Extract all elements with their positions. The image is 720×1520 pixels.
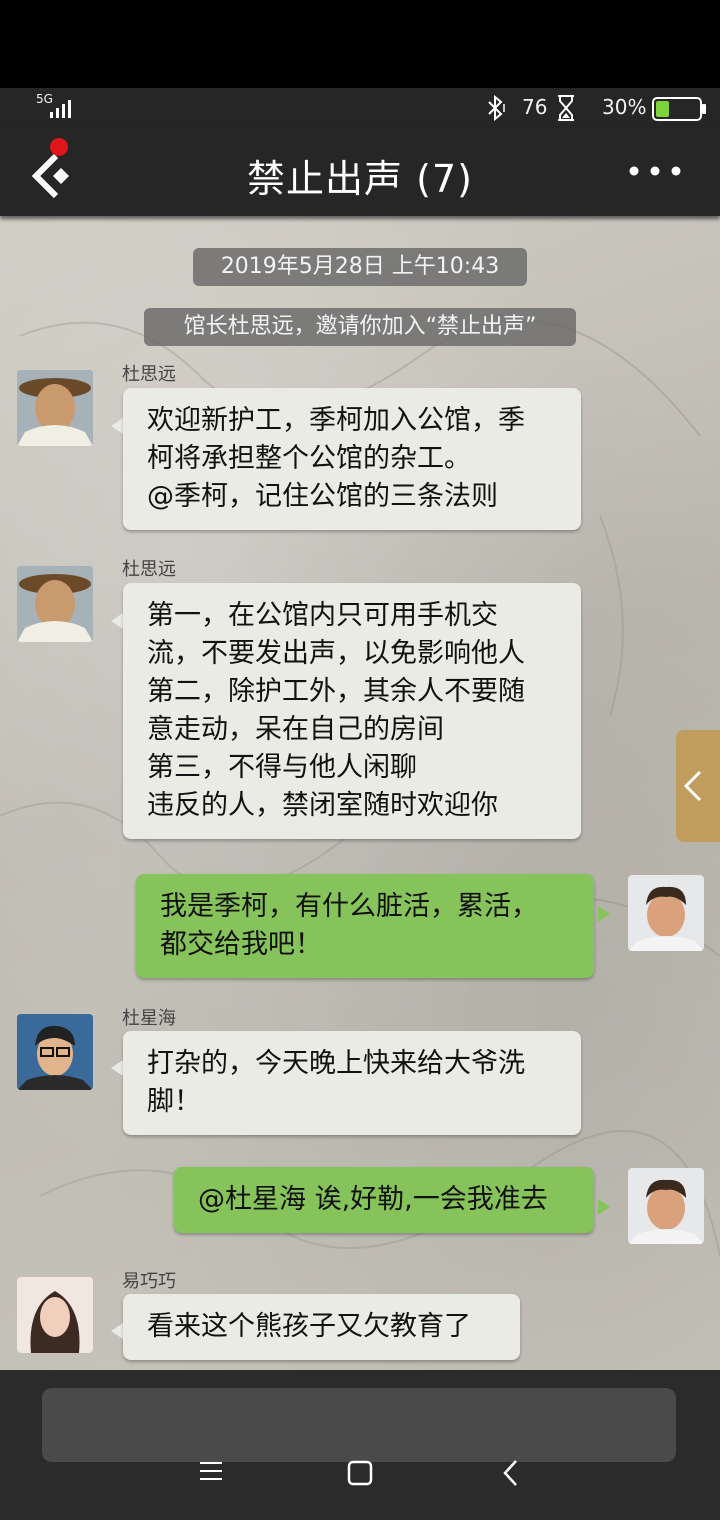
bubble-tail: [111, 1060, 123, 1076]
timestamp-label: 2019年5月28日 上午10:43: [193, 248, 527, 286]
chat-area[interactable]: 2019年5月28日 上午10:43 馆长杜思远，邀请你加入“禁止出声” 杜思远…: [0, 216, 720, 1370]
bluetooth-icon: [484, 94, 508, 122]
message-line: 打杂的，今天晚上快来给大爷洗: [147, 1048, 525, 1079]
side-drawer-tab[interactable]: [676, 730, 720, 842]
system-notice: 馆长杜思远，邀请你加入“禁止出声”: [144, 308, 576, 346]
back-nav-icon[interactable]: [500, 1458, 522, 1488]
message-bubble-self[interactable]: @杜星海 诶,好勒,一会我准去: [174, 1167, 594, 1233]
message-line: 第二，除护工外，其余人不要随: [147, 676, 525, 707]
status-bar: 5G 76 30%: [0, 88, 720, 128]
message-line: 欢迎新护工，季柯加入公馆，季: [147, 405, 525, 436]
sender-name: 杜思远: [122, 364, 176, 385]
battery-icon: [652, 97, 708, 121]
avatar-self[interactable]: [628, 1168, 704, 1244]
message-line: @季柯，记住公馆的三条法则: [147, 481, 498, 512]
sender-name: 易巧巧: [122, 1271, 176, 1292]
avatar-self[interactable]: [628, 875, 704, 951]
message-line: 意走动，呆在自己的房间: [147, 714, 444, 745]
bubble-tail: [111, 418, 123, 434]
message-line: 我是季柯，有什么脏活，累活，: [160, 891, 538, 922]
signal-icon: [48, 98, 76, 118]
bubble-tail: [598, 1199, 610, 1215]
speed-value: 76: [522, 95, 548, 119]
chat-title: 禁止出声 (7): [247, 157, 473, 201]
message-line: 看来这个熊孩子又欠教育了: [147, 1311, 471, 1342]
camera-area: [0, 0, 720, 88]
avatar-yi-qiaoqiao[interactable]: [17, 1277, 93, 1353]
message-line: 第三，不得与他人闲聊: [147, 752, 417, 783]
bubble-tail: [598, 906, 610, 922]
bubble-tail: [111, 1323, 123, 1339]
message-line: 第一，在公馆内只可用手机交: [147, 600, 498, 631]
home-icon[interactable]: [346, 1459, 374, 1487]
message-bubble[interactable]: 欢迎新护工，季柯加入公馆，季 柯将承担整个公馆的杂工。 @季柯，记住公馆的三条法…: [123, 388, 581, 530]
bubble-tail: [111, 613, 123, 629]
message-bubble[interactable]: 打杂的，今天晚上快来给大爷洗 脚！: [123, 1031, 581, 1135]
message-line: 柯将承担整个公馆的杂工。: [147, 443, 471, 474]
menu-icon[interactable]: [198, 1460, 224, 1482]
chat-header: 禁止出声 (7): [0, 128, 720, 216]
more-dots-icon[interactable]: [626, 156, 686, 186]
message-bubble-self[interactable]: 我是季柯，有什么脏活，累活， 都交给我吧！: [136, 874, 594, 978]
message-line: 流，不要发出声，以免影响他人: [147, 638, 525, 669]
message-bubble[interactable]: 看来这个熊孩子又欠教育了: [123, 1294, 520, 1360]
sender-name: 杜思远: [122, 559, 176, 580]
message-line: 违反的人，禁闭室随时欢迎你: [147, 790, 498, 821]
chevron-left-icon: [680, 768, 704, 804]
message-line: 都交给我吧！: [160, 929, 322, 960]
message-line: @杜星海 诶,好勒,一会我准去: [198, 1184, 548, 1215]
hourglass-icon: [556, 94, 576, 122]
message-line: 脚！: [147, 1086, 201, 1117]
avatar-du-siyuan[interactable]: [17, 370, 93, 446]
sender-name: 杜星海: [122, 1008, 176, 1029]
avatar-du-xinghai[interactable]: [17, 1014, 93, 1090]
message-bubble[interactable]: 第一，在公馆内只可用手机交 流，不要发出声，以免影响他人 第二，除护工外，其余人…: [123, 583, 581, 839]
battery-percent: 30%: [602, 95, 647, 119]
avatar-du-siyuan[interactable]: [17, 566, 93, 642]
system-nav-bar: [0, 1424, 720, 1520]
